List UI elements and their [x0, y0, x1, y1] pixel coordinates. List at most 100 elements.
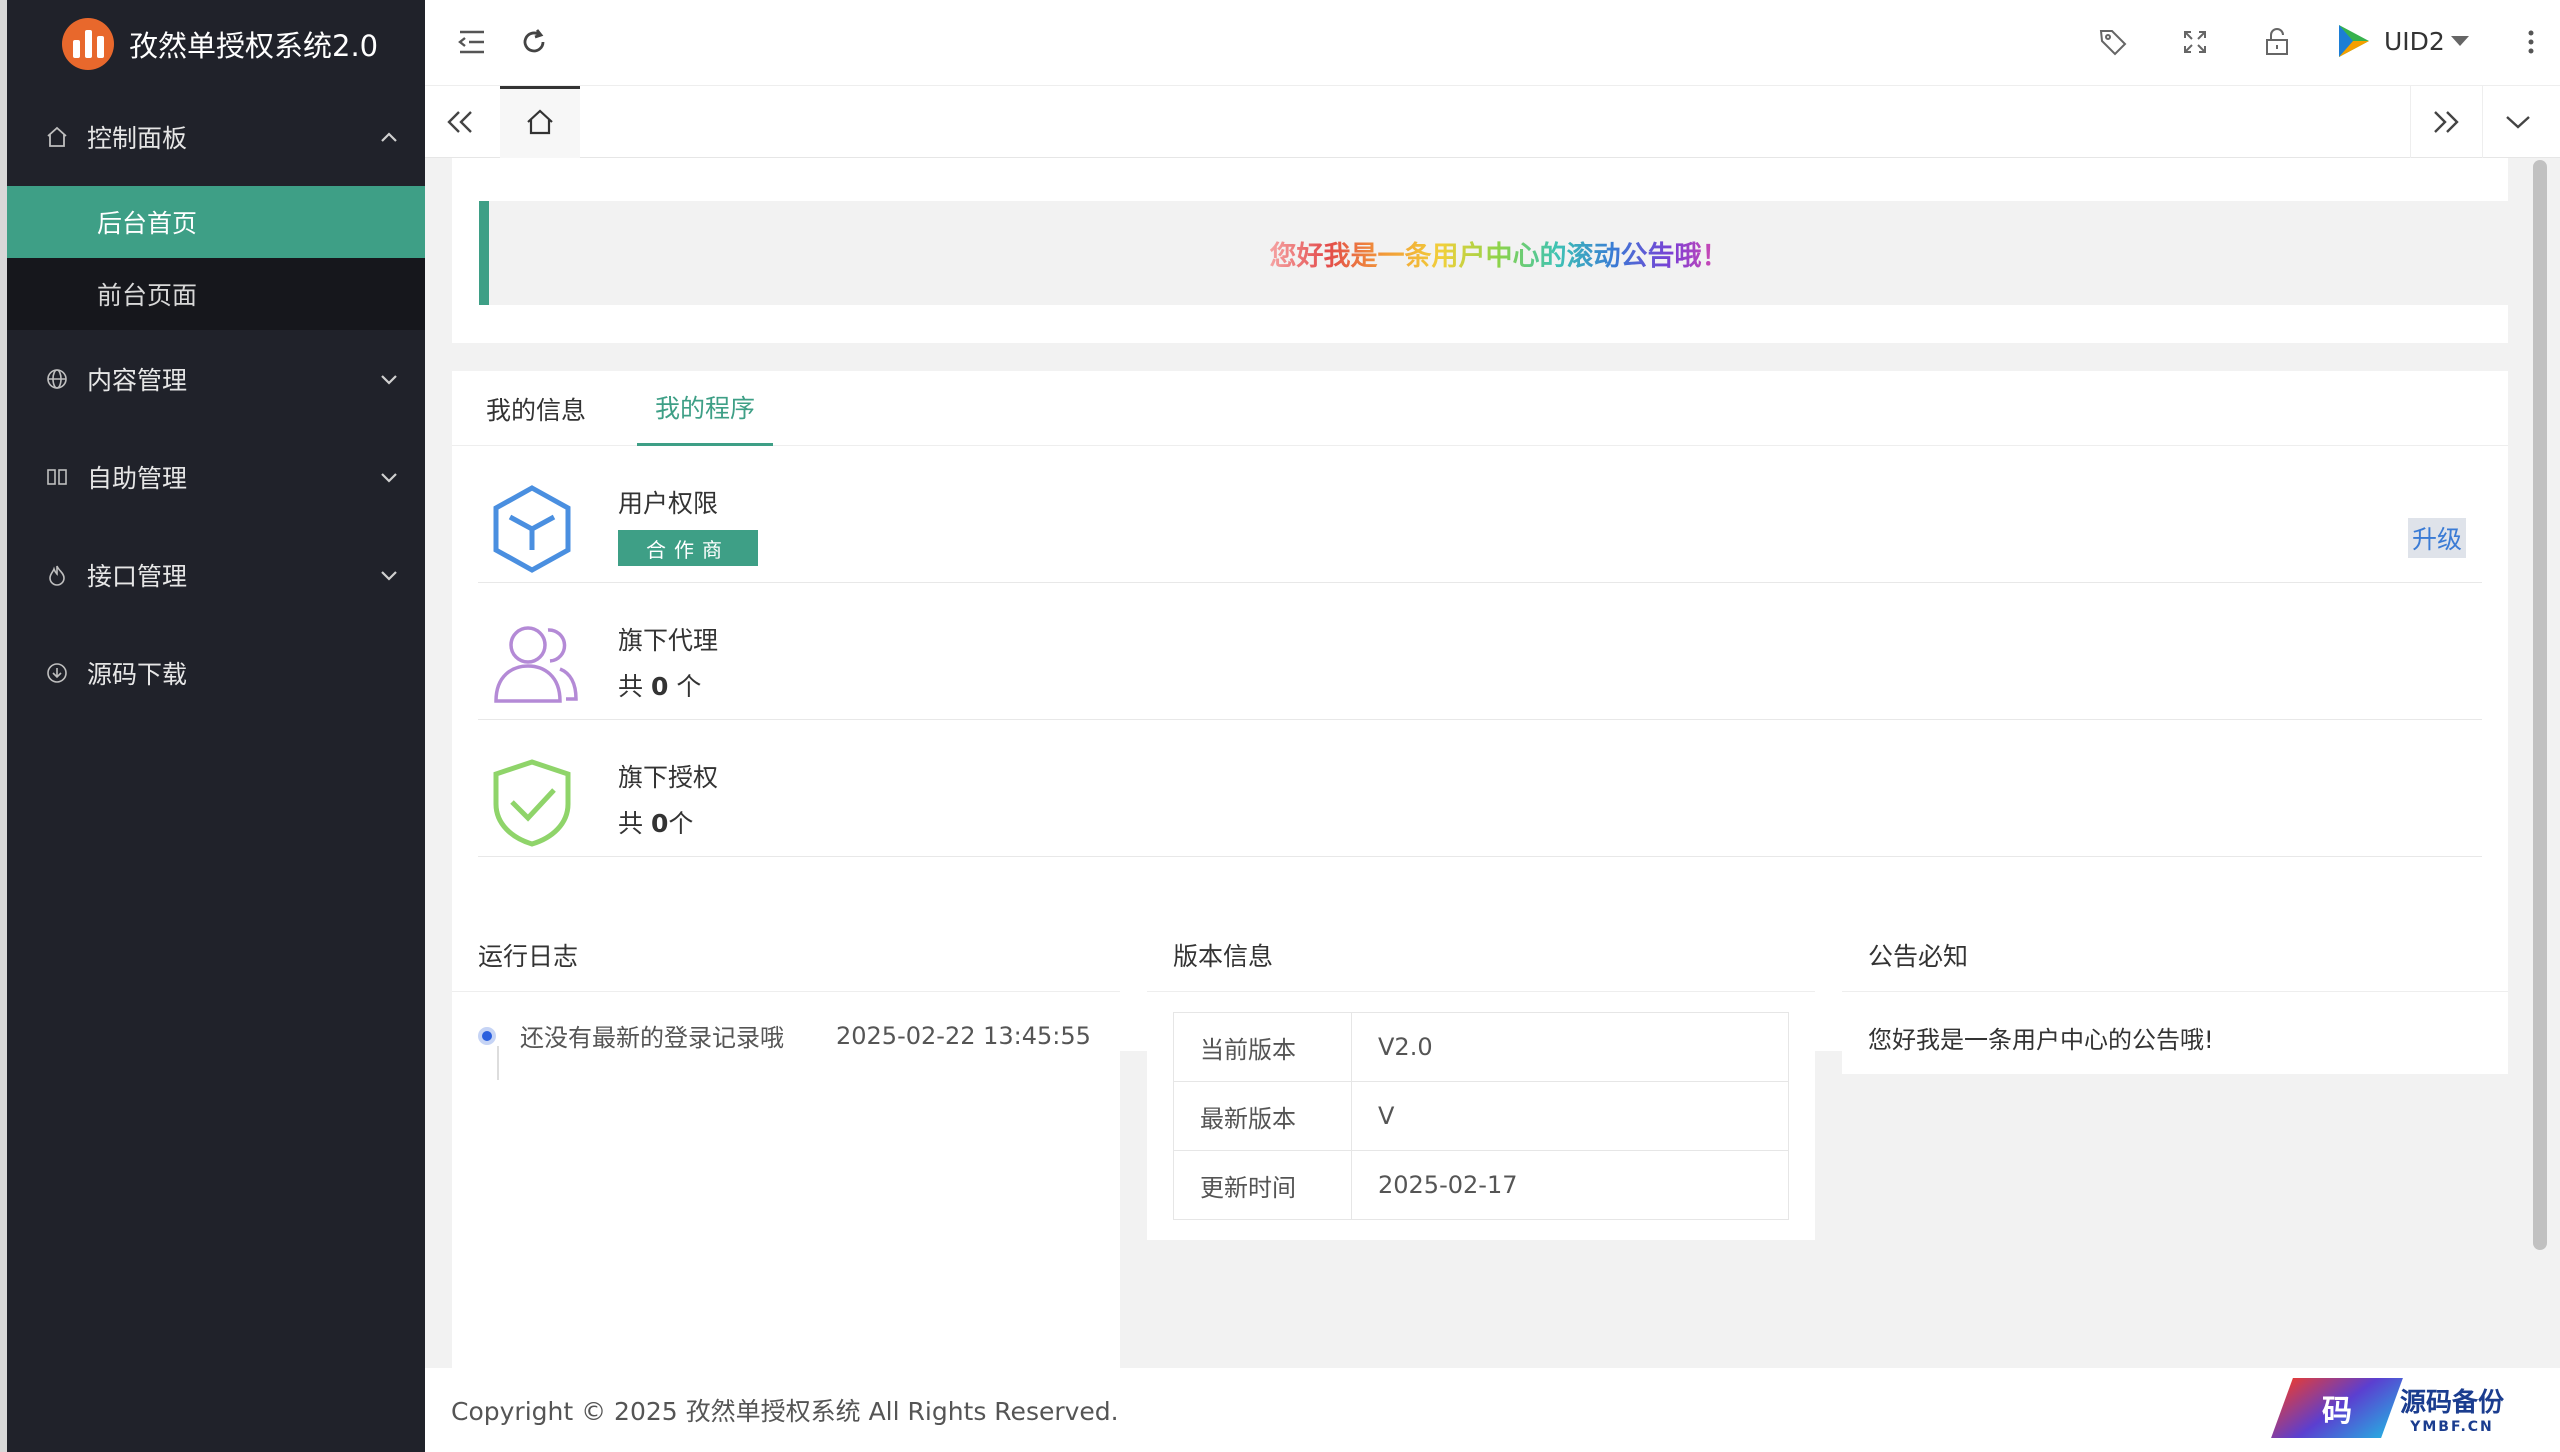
tag-icon[interactable] [2093, 22, 2133, 62]
watermark-logo: 码 [2271, 1378, 2403, 1438]
upgrade-link[interactable]: 升级 [2407, 518, 2466, 558]
table-key: 当前版本 [1173, 1012, 1352, 1082]
fullscreen-icon[interactable] [2175, 22, 2215, 62]
shield-check-icon [490, 758, 574, 848]
sidebar-item-api[interactable]: 接口管理 [7, 526, 425, 624]
app-title: 孜然单授权系统2.0 [129, 29, 379, 63]
row-title: 用户权限 [618, 489, 719, 518]
run-log-card: 运行日志 还没有最新的登录记录哦 2025-02-22 13:45:55 [452, 918, 1120, 1368]
sidebar-item-source-download[interactable]: 源码下载 [7, 624, 425, 722]
announcement-card: 公告必知 您好我是一条用户中心的公告哦! [1842, 918, 2508, 1074]
scrolling-notice: 您好我是一条用户中心的滚动公告哦！ [479, 201, 2509, 305]
timeline-dot [478, 1026, 496, 1045]
avatar [2330, 18, 2376, 64]
chevron-down-icon [379, 465, 399, 489]
submenu-dashboard: 后台首页 前台页面 [7, 186, 425, 330]
window-edge [0, 0, 7, 1452]
chevron-down-icon [379, 367, 399, 391]
card-title: 版本信息 [1147, 918, 1815, 992]
count-value: 0 [650, 672, 669, 701]
double-right-icon[interactable] [2410, 86, 2480, 158]
footer: Copyright © 2025 孜然单授权系统 All Rights Rese… [425, 1368, 2560, 1452]
version-table: 当前版本 V2.0 最新版本 V 更新时间 2025-02-17 [1173, 1012, 1789, 1220]
watermark: 码 源码备份 YMBF.CN [2271, 1372, 2522, 1444]
columns-icon [43, 463, 71, 491]
home-icon [43, 123, 71, 151]
sidebar: 孜然单授权系统2.0 控制面板 后台首页 前台页面 内容管理 自助管理 接口管理… [0, 0, 425, 1452]
log-entry: 还没有最新的登录记录哦 2025-02-22 13:45:55 [478, 1018, 1091, 1053]
watermark-logo-char: 码 [2322, 1394, 2352, 1429]
count-prefix: 共 [618, 672, 644, 701]
row-count: 共 0个 [618, 804, 693, 840]
username: UID2 [2384, 26, 2445, 56]
sidebar-item-label: 内容管理 [87, 366, 188, 395]
list-item: 旗下代理 共 0 个 [478, 583, 2482, 720]
table-key: 更新时间 [1173, 1150, 1352, 1220]
tab-home[interactable] [500, 86, 580, 158]
list-item: 旗下授权 共 0个 [478, 720, 2482, 857]
user-menu[interactable]: UID2 [2330, 18, 2469, 64]
users-icon [490, 621, 578, 711]
list-item: 用户权限 合作商 升级 [478, 446, 2482, 583]
table-row: 当前版本 V2.0 [1173, 1012, 1789, 1082]
status-badge: 合作商 [618, 530, 758, 566]
sidebar-menu: 控制面板 后台首页 前台页面 内容管理 自助管理 接口管理 源码下载 [7, 88, 425, 722]
watermark-big: 源码备份 [2400, 1387, 2505, 1418]
notice-card: 您好我是一条用户中心的滚动公告哦！ [452, 158, 2509, 343]
chevron-down-icon [379, 563, 399, 587]
home-icon [525, 108, 555, 140]
table-value: 2025-02-17 [1351, 1150, 1789, 1220]
fire-icon [43, 561, 71, 589]
count-value: 0 [650, 809, 669, 838]
scrollbar[interactable] [2533, 160, 2547, 1250]
table-key: 最新版本 [1173, 1081, 1352, 1151]
table-row: 最新版本 V [1173, 1081, 1789, 1151]
chevron-down-icon[interactable] [2482, 86, 2552, 158]
sidebar-subitem-front-page[interactable]: 前台页面 [7, 258, 425, 330]
tab-my-programs[interactable]: 我的程序 [637, 371, 774, 446]
cube-icon [490, 484, 574, 574]
version-card: 版本信息 当前版本 V2.0 最新版本 V 更新时间 2025-02-17 [1147, 918, 1815, 1240]
sidebar-item-label: 源码下载 [87, 660, 188, 689]
sidebar-item-dashboard[interactable]: 控制面板 [7, 88, 425, 186]
sidebar-item-self-service[interactable]: 自助管理 [7, 428, 425, 526]
download-icon [43, 659, 71, 687]
main-content: 您好我是一条用户中心的滚动公告哦！ 我的信息 我的程序 用户权限 合作商 升级 … [425, 158, 2535, 1368]
card-title: 公告必知 [1842, 918, 2508, 992]
caret-down-icon [2450, 36, 2469, 46]
row-title: 旗下授权 [618, 763, 719, 792]
tab-my-info[interactable]: 我的信息 [486, 371, 586, 446]
chevron-up-icon [379, 125, 399, 149]
count-prefix: 共 [618, 809, 644, 838]
top-header: UID2 [425, 0, 2560, 86]
row-count: 共 0 个 [618, 667, 701, 703]
more-icon[interactable] [2511, 22, 2551, 62]
refresh-icon[interactable] [514, 22, 554, 62]
menu-fold-icon[interactable] [452, 22, 492, 62]
tab-bar [425, 86, 2560, 158]
sidebar-item-label: 接口管理 [87, 562, 188, 591]
sidebar-item-content[interactable]: 内容管理 [7, 330, 425, 428]
table-value: V [1351, 1081, 1789, 1151]
announcement-text: 您好我是一条用户中心的公告哦! [1868, 1026, 2214, 1054]
logo-icon [62, 18, 114, 70]
double-left-icon[interactable] [425, 86, 495, 158]
notice-text: 您好我是一条用户中心的滚动公告哦！ [1270, 234, 1729, 273]
count-suffix: 个 [676, 672, 702, 701]
logo-area[interactable]: 孜然单授权系统2.0 [7, 0, 425, 88]
table-row: 更新时间 2025-02-17 [1173, 1150, 1789, 1220]
watermark-text: 源码备份 YMBF.CN [2400, 1382, 2504, 1435]
sidebar-subitem-admin-home[interactable]: 后台首页 [7, 186, 425, 258]
sidebar-item-label: 控制面板 [87, 124, 188, 153]
lock-icon[interactable] [2257, 22, 2297, 62]
timeline-line [497, 1046, 499, 1080]
row-title: 旗下代理 [618, 626, 719, 655]
sidebar-item-label: 自助管理 [87, 464, 188, 493]
program-tabs: 我的信息 我的程序 [452, 371, 2508, 446]
count-suffix: 个 [668, 809, 694, 838]
table-value: V2.0 [1351, 1012, 1789, 1082]
watermark-small: YMBF.CN [2410, 1418, 2494, 1435]
card-title: 运行日志 [452, 918, 1120, 992]
copyright-text: Copyright © 2025 孜然单授权系统 All Rights Rese… [451, 1397, 1119, 1426]
log-time: 2025-02-22 13:45:55 [836, 1021, 1091, 1050]
